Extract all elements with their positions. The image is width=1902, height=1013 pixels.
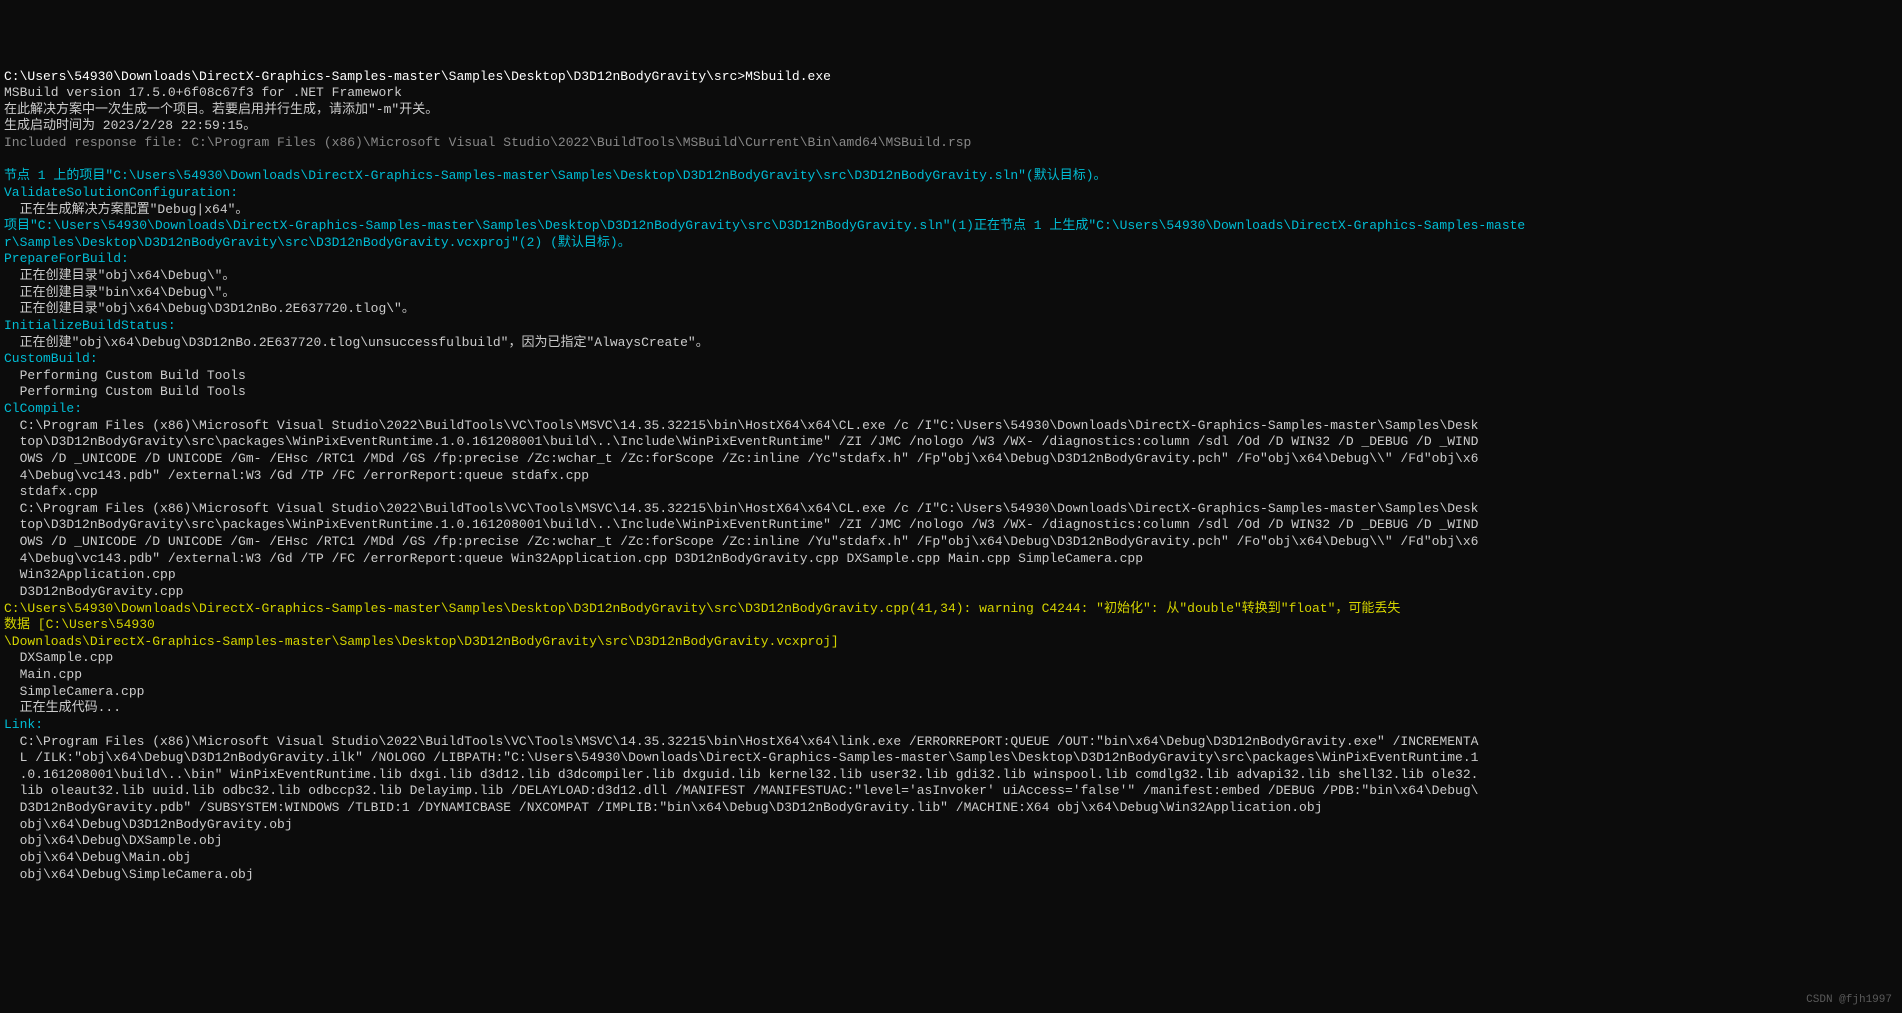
console-line: top\D3D12nBodyGravity\src\packages\WinPi…: [4, 517, 1898, 534]
console-line: .0.161208001\build\..\bin" WinPixEventRu…: [4, 767, 1898, 784]
console-line: 4\Debug\vc143.pdb" /external:W3 /Gd /TP …: [4, 551, 1898, 568]
console-line: [4, 152, 1898, 169]
console-line: 正在生成解决方案配置"Debug|x64"。: [4, 202, 1898, 219]
console-line: L /ILK:"obj\x64\Debug\D3D12nBodyGravity.…: [4, 750, 1898, 767]
console-line: Included response file: C:\Program Files…: [4, 135, 1898, 152]
console-line: InitializeBuildStatus:: [4, 318, 1898, 335]
console-line: obj\x64\Debug\Main.obj: [4, 850, 1898, 867]
console-line: 正在创建目录"obj\x64\Debug\D3D12nBo.2E637720.t…: [4, 301, 1898, 318]
console-line: MSBuild version 17.5.0+6f08c67f3 for .NE…: [4, 85, 1898, 102]
console-line: lib oleaut32.lib uuid.lib odbc32.lib odb…: [4, 783, 1898, 800]
console-line: 正在创建目录"obj\x64\Debug\"。: [4, 268, 1898, 285]
console-line: C:\Program Files (x86)\Microsoft Visual …: [4, 734, 1898, 751]
console-line: DXSample.cpp: [4, 650, 1898, 667]
console-line: top\D3D12nBodyGravity\src\packages\WinPi…: [4, 434, 1898, 451]
console-line: C:\Users\54930\Downloads\DirectX-Graphic…: [4, 69, 1898, 86]
console-line: r\Samples\Desktop\D3D12nBodyGravity\src\…: [4, 235, 1898, 252]
console-line: OWS /D _UNICODE /D UNICODE /Gm- /EHsc /R…: [4, 451, 1898, 468]
console-line: Performing Custom Build Tools: [4, 368, 1898, 385]
console-line: Link:: [4, 717, 1898, 734]
console-line: obj\x64\Debug\DXSample.obj: [4, 833, 1898, 850]
console-line: 生成启动时间为 2023/2/28 22:59:15。: [4, 118, 1898, 135]
console-line: Performing Custom Build Tools: [4, 384, 1898, 401]
console-line: SimpleCamera.cpp: [4, 684, 1898, 701]
console-line: D3D12nBodyGravity.pdb" /SUBSYSTEM:WINDOW…: [4, 800, 1898, 817]
console-line: C:\Program Files (x86)\Microsoft Visual …: [4, 501, 1898, 518]
console-line: Win32Application.cpp: [4, 567, 1898, 584]
console-line: obj\x64\Debug\D3D12nBodyGravity.obj: [4, 817, 1898, 834]
console-line: PrepareForBuild:: [4, 251, 1898, 268]
terminal-output[interactable]: C:\Users\54930\Downloads\DirectX-Graphic…: [4, 69, 1898, 884]
console-line: 在此解决方案中一次生成一个项目。若要启用并行生成，请添加"-m"开关。: [4, 102, 1898, 119]
console-line: CustomBuild:: [4, 351, 1898, 368]
console-line: C:\Program Files (x86)\Microsoft Visual …: [4, 418, 1898, 435]
console-line: stdafx.cpp: [4, 484, 1898, 501]
console-line: D3D12nBodyGravity.cpp: [4, 584, 1898, 601]
console-line: 4\Debug\vc143.pdb" /external:W3 /Gd /TP …: [4, 468, 1898, 485]
console-line: 项目"C:\Users\54930\Downloads\DirectX-Grap…: [4, 218, 1898, 235]
console-line: ClCompile:: [4, 401, 1898, 418]
console-line: 数据 [C:\Users\54930: [4, 617, 1898, 634]
console-line: \Downloads\DirectX-Graphics-Samples-mast…: [4, 634, 1898, 651]
console-line: 正在生成代码...: [4, 700, 1898, 717]
console-line: Main.cpp: [4, 667, 1898, 684]
console-line: 正在创建"obj\x64\Debug\D3D12nBo.2E637720.tlo…: [4, 335, 1898, 352]
console-line: 节点 1 上的项目"C:\Users\54930\Downloads\Direc…: [4, 168, 1898, 185]
console-line: C:\Users\54930\Downloads\DirectX-Graphic…: [4, 601, 1898, 618]
console-line: OWS /D _UNICODE /D UNICODE /Gm- /EHsc /R…: [4, 534, 1898, 551]
watermark-text: CSDN @fjh1997: [1806, 993, 1892, 1007]
console-line: ValidateSolutionConfiguration:: [4, 185, 1898, 202]
console-line: obj\x64\Debug\SimpleCamera.obj: [4, 867, 1898, 884]
console-line: 正在创建目录"bin\x64\Debug\"。: [4, 285, 1898, 302]
